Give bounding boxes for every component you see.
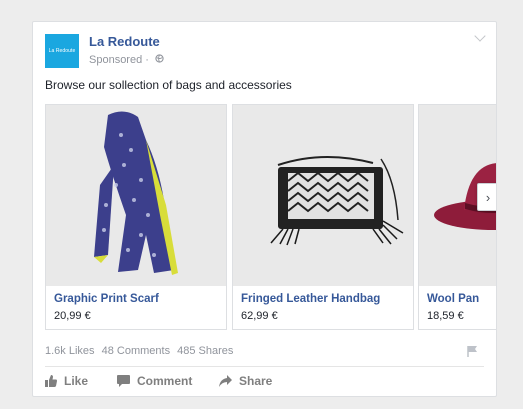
share-label: Share — [239, 374, 273, 388]
chevron-right-icon: › — [485, 189, 491, 205]
carousel-item[interactable]: Graphic Print Scarf 20,99 € — [45, 104, 227, 330]
comment-button[interactable]: Comment — [117, 374, 192, 388]
page-logo[interactable]: La Redoute — [45, 34, 79, 68]
product-title[interactable]: Wool Pan — [427, 293, 479, 305]
comment-icon — [117, 375, 130, 387]
like-label: Like — [64, 374, 89, 388]
sponsored-label[interactable]: Sponsored — [89, 54, 142, 66]
product-carousel: Graphic Print Scarf 20,99 € Fringed Leat… — [45, 104, 496, 332]
page-logo-text: La Redoute — [48, 48, 76, 54]
chevron-down-icon[interactable] — [474, 30, 486, 42]
share-button[interactable]: Share — [219, 374, 272, 388]
carousel-next-button[interactable]: › — [477, 183, 496, 211]
page-name-link[interactable]: La Redoute — [89, 34, 160, 49]
product-title[interactable]: Fringed Leather Handbag — [241, 293, 380, 305]
flag-icon[interactable] — [466, 344, 478, 357]
scarf-image[interactable] — [46, 105, 226, 286]
post-caption: Browse our sollection of bags and access… — [45, 78, 292, 92]
comment-label: Comment — [137, 374, 193, 388]
comments-count[interactable]: 48 Comments — [102, 345, 170, 357]
globe-icon — [155, 54, 164, 66]
product-price: 20,99 € — [54, 310, 91, 322]
share-icon — [219, 375, 232, 387]
carousel-item[interactable]: Wool Pan 18,59 € — [418, 104, 496, 330]
sponsored-post-card: La Redoute La Redoute Sponsored · Browse… — [32, 21, 497, 397]
carousel-item[interactable]: Fringed Leather Handbag 62,99 € — [232, 104, 414, 330]
product-title[interactable]: Graphic Print Scarf — [54, 293, 159, 305]
product-price: 62,99 € — [241, 310, 278, 322]
engagement-stats: 1.6k Likes 48 Comments 485 Shares — [45, 345, 237, 357]
handbag-image[interactable] — [233, 105, 413, 286]
thumbs-up-icon — [45, 375, 57, 387]
product-price: 18,59 € — [427, 310, 464, 322]
sponsored-separator: · — [145, 54, 149, 66]
shares-count[interactable]: 485 Shares — [177, 345, 233, 357]
sponsored-line: Sponsored · — [89, 54, 164, 66]
divider — [45, 366, 484, 367]
likes-count[interactable]: 1.6k Likes — [45, 345, 95, 357]
like-button[interactable]: Like — [45, 374, 88, 388]
